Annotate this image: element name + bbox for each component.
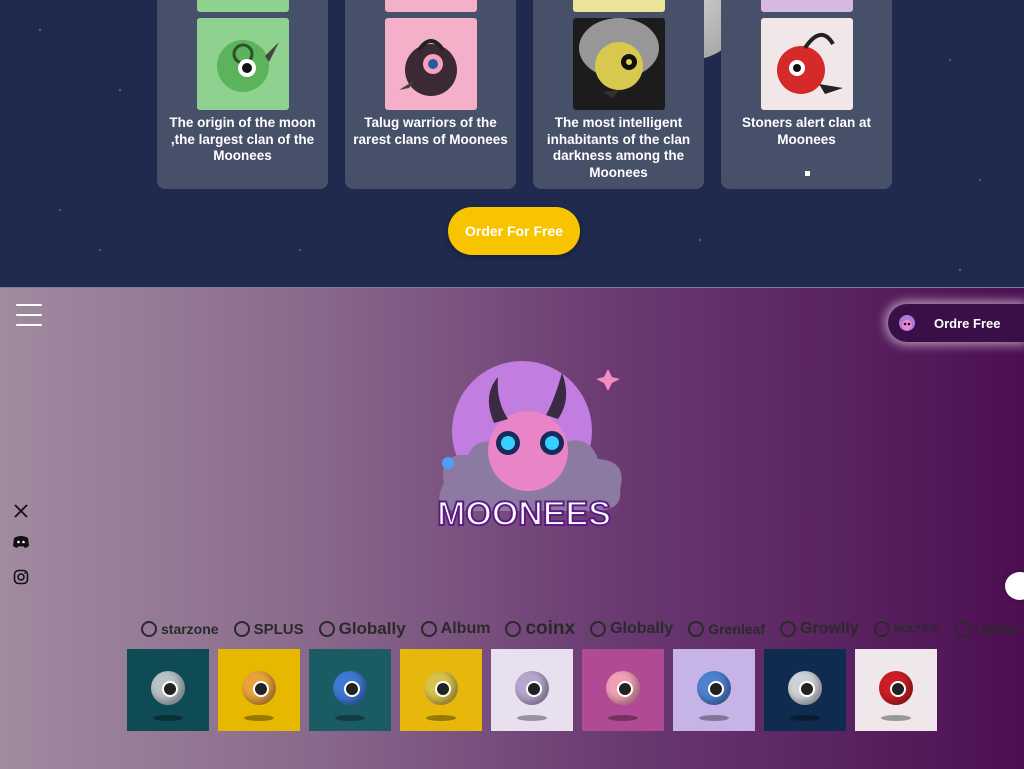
partner-logos-strip: starzone SPLUS Globally Album coinx Globally G… (140, 616, 1024, 642)
tile-shadow (699, 715, 729, 721)
brand-logo-icon (318, 621, 335, 637)
clan-image-top (761, 0, 853, 12)
gallery-tile[interactable] (855, 649, 937, 731)
partner-logo: Growlly (779, 620, 859, 638)
tile-shadow (244, 715, 274, 721)
moonee-eye (799, 681, 815, 697)
tile-shadow (335, 715, 365, 721)
clan-image-top (385, 0, 477, 12)
brand-name: Lightsp (974, 622, 1018, 636)
tile-shadow (426, 715, 456, 721)
clans-section: The origin of the moon ,the largest clan… (0, 0, 1024, 287)
hamburger-menu-icon[interactable] (16, 304, 42, 326)
clan-image (197, 18, 289, 110)
gallery-tile[interactable] (491, 649, 573, 731)
moonee-eye (344, 681, 360, 697)
clan-image (761, 18, 853, 110)
moonee-logo-icon (899, 315, 915, 331)
brand-logo-icon (954, 621, 971, 637)
moonee-eye (526, 681, 542, 697)
tile-shadow (790, 715, 820, 721)
moonee-gallery (127, 649, 946, 731)
clan-image (573, 18, 665, 110)
clan-image-top (573, 0, 665, 12)
brand-logo-icon (688, 621, 705, 637)
clan-caption: Stoners alert clan at Moonees (741, 115, 872, 147)
moonee-character (606, 671, 640, 705)
moonee-character (333, 671, 367, 705)
clan-caption: The origin of the moon ,the largest clan… (169, 115, 316, 163)
moonee-character (424, 671, 458, 705)
partner-logo: Lightsp (954, 620, 1018, 638)
brand-name: Globally (338, 619, 406, 638)
moonee-eye (253, 681, 269, 697)
moonees-mascot-logo: MOONEES (436, 361, 622, 534)
clan-caption: The most intelligent inhabitants of the … (546, 115, 691, 180)
moonee-eye (890, 681, 906, 697)
brand-logo-icon (590, 621, 607, 637)
brand-name: Growlly (800, 620, 859, 637)
partner-logo: Globally (589, 620, 673, 638)
gallery-tile[interactable] (764, 649, 846, 731)
tile-shadow (517, 715, 547, 721)
clan-card[interactable]: Talug warriors of the rarest clans of Mo… (345, 0, 516, 189)
clan-card[interactable]: The origin of the moon ,the largest clan… (157, 0, 328, 189)
brand-name: Grenleaf (708, 621, 766, 637)
brand-logo-icon (873, 621, 890, 637)
moonees-logo-text: MOONEES (437, 495, 611, 533)
gallery-tile[interactable] (400, 649, 482, 731)
brand-logo-icon (141, 621, 157, 637)
partner-logo: Globally (318, 619, 406, 639)
brand-logo-icon (780, 621, 797, 637)
moonee-character (697, 671, 731, 705)
moonee-eye (708, 681, 724, 697)
clan-card[interactable]: Stoners alert clan at Moonees (721, 0, 892, 189)
gallery-tile[interactable] (582, 649, 664, 731)
tile-shadow (881, 715, 911, 721)
partner-logo: Grenleaf (687, 620, 765, 638)
partner-logo: coinx (504, 618, 575, 640)
order-for-free-button[interactable]: Order For Free (448, 207, 580, 255)
gallery-tile[interactable] (218, 649, 300, 731)
tile-shadow (153, 715, 183, 721)
hero-section: Ordre Free MOONEES starzone SPLUS Globally… (0, 287, 1024, 769)
brand-name: Globally (610, 620, 674, 637)
brand-logo-icon (420, 621, 437, 637)
moonee-character (151, 671, 185, 705)
brand-name: MOLTIFIS (893, 623, 940, 635)
moonee-eye (617, 681, 633, 697)
brand-name: SPLUS (253, 620, 304, 638)
moonee-eye (162, 681, 178, 697)
moonee-character (242, 671, 276, 705)
brand-name: starzone (161, 621, 219, 637)
brand-logo-icon (505, 621, 522, 637)
moonee-character (788, 671, 822, 705)
moonee-eye (435, 681, 451, 697)
ordre-free-button[interactable]: Ordre Free (888, 304, 1024, 342)
brand-name: Album (440, 620, 491, 637)
clan-card[interactable]: The most intelligent inhabitants of the … (533, 0, 704, 189)
partner-logo: MOLTIFIS (873, 620, 940, 638)
partner-logo: starzone (140, 620, 219, 638)
partner-logo: Album (420, 620, 491, 638)
ordre-free-label: Ordre Free (934, 315, 1001, 331)
clan-caption: Talug warriors of the rarest clans of Mo… (353, 115, 508, 147)
x-icon[interactable] (12, 502, 30, 520)
gallery-tile[interactable] (673, 649, 755, 731)
pagination-dot[interactable] (805, 171, 810, 176)
clan-image-top (197, 0, 289, 12)
tile-shadow (608, 715, 638, 721)
gallery-tile[interactable] (127, 649, 209, 731)
instagram-icon[interactable] (12, 568, 30, 586)
brand-logo-icon (233, 621, 250, 637)
partner-logo: SPLUS (233, 620, 304, 638)
moonee-character (879, 671, 913, 705)
chat-widget-icon[interactable] (1005, 572, 1024, 600)
brand-name: coinx (525, 618, 576, 639)
discord-icon[interactable] (12, 533, 30, 551)
gallery-tile[interactable] (309, 649, 391, 731)
clan-image (385, 18, 477, 110)
moonee-character (515, 671, 549, 705)
